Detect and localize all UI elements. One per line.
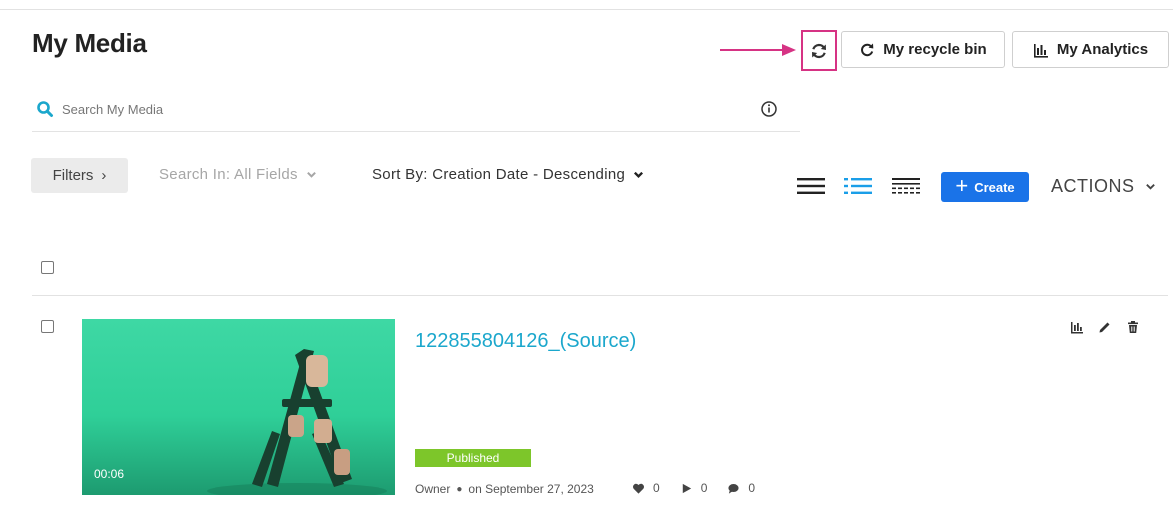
plays-count: 0: [700, 481, 708, 495]
info-icon[interactable]: [760, 100, 778, 118]
detailed-view-icon[interactable]: [843, 175, 873, 197]
actions-label: ACTIONS: [1051, 176, 1135, 196]
create-button[interactable]: + Create: [941, 172, 1029, 202]
refresh-button[interactable]: [801, 30, 837, 71]
search-in-dropdown[interactable]: Search In: All Fields: [159, 166, 317, 183]
refresh-icon: [812, 43, 826, 58]
media-meta: Owner ● on September 27, 2023: [415, 482, 594, 496]
chevron-down-icon: [306, 171, 316, 178]
duration-label: 00:06: [94, 467, 125, 481]
page-title: My Media: [32, 28, 147, 58]
media-stats: 0 0 0: [632, 481, 755, 495]
heart-icon: [633, 483, 644, 494]
analytics-icon[interactable]: [1070, 320, 1084, 334]
recycle-icon: [861, 43, 874, 56]
top-divider: [0, 9, 1173, 10]
create-label: Create: [974, 179, 1015, 195]
trash-icon[interactable]: [1126, 320, 1140, 334]
media-thumbnail[interactable]: 00:06: [82, 319, 395, 495]
my-analytics-button[interactable]: My Analytics: [1012, 31, 1169, 68]
compact-view-icon[interactable]: [891, 175, 921, 197]
analytics-icon: [1033, 43, 1048, 58]
status-badge: Published: [415, 449, 531, 467]
actions-dropdown[interactable]: ACTIONS: [1051, 176, 1156, 197]
phone-tower-image: [207, 349, 387, 495]
filters-button[interactable]: Filters ›: [31, 158, 128, 193]
plus-icon: +: [955, 173, 969, 198]
play-icon: [682, 483, 691, 493]
edit-pencil-icon[interactable]: [1098, 320, 1112, 334]
row-checkbox[interactable]: [41, 320, 54, 333]
my-analytics-label: My Analytics: [1056, 41, 1149, 58]
list-divider: [32, 295, 1168, 296]
chevron-down-icon: [1145, 184, 1155, 190]
search-icon: [37, 101, 53, 117]
filters-label: Filters: [52, 167, 94, 184]
sort-by-label: Sort By: Creation Date - Descending: [372, 166, 626, 183]
search-input[interactable]: [62, 98, 742, 120]
comment-icon: [728, 483, 739, 494]
date-label: on September 27, 2023: [468, 482, 594, 496]
chevron-right-icon: ›: [101, 167, 107, 184]
row-actions: [1070, 320, 1140, 334]
comments-count: 0: [748, 481, 756, 495]
chevron-down-icon: [634, 171, 644, 179]
search-bar: [32, 92, 800, 132]
select-all-checkbox[interactable]: [41, 261, 54, 274]
search-in-label: Search In: All Fields: [159, 166, 298, 183]
likes-count: 0: [653, 481, 660, 495]
separator-dot: ●: [456, 483, 463, 495]
my-recycle-bin-label: My recycle bin: [883, 41, 987, 58]
my-recycle-bin-button[interactable]: My recycle bin: [841, 31, 1005, 68]
media-title-link[interactable]: 122855804126_(Source): [415, 330, 636, 353]
annotation-arrow-icon: [720, 44, 796, 56]
list-view-icon[interactable]: [796, 175, 826, 197]
owner-label: Owner: [415, 482, 451, 496]
sort-by-dropdown[interactable]: Sort By: Creation Date - Descending: [372, 166, 644, 183]
